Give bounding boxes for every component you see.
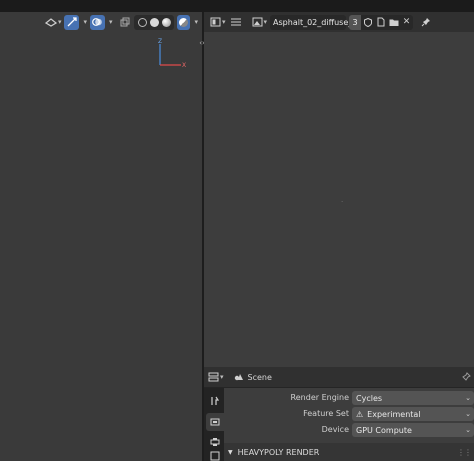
render-tab-icon[interactable] <box>206 413 224 431</box>
device-row: Device GPU Compute ⌄ <box>224 423 474 437</box>
render-engine-value: Cycles <box>356 393 383 403</box>
open-folder-icon[interactable] <box>387 14 401 30</box>
3d-viewport[interactable]: ▾ ▾ ▾ ▾ Z X <box>0 12 202 461</box>
image-editor-icon[interactable]: ▾ <box>210 15 226 30</box>
user-count[interactable]: 3 <box>349 14 362 30</box>
orientation-icon[interactable]: ▾ <box>44 15 62 30</box>
overlay-icon[interactable] <box>89 14 105 30</box>
gizmo-z-label: Z <box>158 38 162 45</box>
render-engine-dropdown[interactable]: Cycles ⌄ <box>352 391 474 405</box>
properties-editor-icon[interactable]: ▾ <box>208 370 224 385</box>
shading-group <box>134 14 175 30</box>
new-image-icon[interactable] <box>374 14 388 30</box>
device-value: GPU Compute <box>356 425 412 435</box>
axis-gizmo[interactable]: Z X <box>152 38 192 70</box>
device-label: Device <box>321 425 349 434</box>
menu-icon[interactable] <box>229 15 243 30</box>
gizmo-icon[interactable] <box>64 14 80 30</box>
context-label[interactable]: Scene <box>248 373 272 382</box>
properties-editor[interactable]: ▾ Scene Render Engine Cycles ⌄ Feature S… <box>204 367 474 461</box>
render-engine-label: Render Engine <box>290 393 349 402</box>
feature-set-row: Feature Set ⚠ Experimental ⌄ <box>224 407 474 421</box>
chevron-down-icon: ⌄ <box>465 426 471 434</box>
chevron-down-icon[interactable]: ▾ <box>109 18 113 26</box>
close-icon[interactable]: ✕ <box>400 14 414 30</box>
wireframe-icon[interactable] <box>137 17 147 27</box>
feature-set-dropdown[interactable]: ⚠ Experimental ⌄ <box>352 407 474 421</box>
heavypoly-render-panel-header[interactable]: ▼ HEAVYPOLY RENDER ⋮⋮ <box>224 443 474 461</box>
viewport-header: ▾ ▾ ▾ ▾ <box>0 12 202 32</box>
chevron-down-icon: ⌄ <box>465 394 471 402</box>
image-editor[interactable]: ▾ ▾ Asphalt_02_diffuse_... 3 ✕ · <box>204 12 474 367</box>
image-name: Asphalt_02_diffuse_... <box>273 17 360 27</box>
image-center-marker: · <box>341 198 344 206</box>
output-tab-icon[interactable] <box>206 433 224 451</box>
pin-icon[interactable] <box>419 15 432 30</box>
rendered-icon[interactable] <box>177 14 191 30</box>
pin-icon[interactable] <box>460 370 472 385</box>
material-icon[interactable] <box>161 17 171 27</box>
chevron-down-icon[interactable]: ▾ <box>83 18 87 26</box>
chevron-down-icon: ▾ <box>57 18 62 26</box>
chevron-down-icon: ⌄ <box>465 410 471 418</box>
top-strip <box>0 0 474 12</box>
gizmo-x-label: X <box>182 62 186 69</box>
chevron-down-icon[interactable]: ▾ <box>194 18 198 26</box>
fake-user-icon[interactable] <box>361 14 375 30</box>
feature-set-value: Experimental <box>367 409 421 419</box>
warning-icon: ⚠ <box>356 409 364 419</box>
properties-tabs <box>204 388 224 461</box>
image-editor-header: ▾ ▾ Asphalt_02_diffuse_... 3 ✕ <box>204 12 474 32</box>
scene-icon <box>234 370 244 385</box>
view-layer-tab-icon[interactable] <box>206 451 224 461</box>
feature-set-label: Feature Set <box>303 409 349 418</box>
xray-icon[interactable] <box>119 15 131 30</box>
tool-tab-icon[interactable] <box>206 392 224 410</box>
properties-header: ▾ Scene <box>204 367 474 388</box>
panel-title: HEAVYPOLY RENDER <box>237 447 320 457</box>
render-engine-row: Render Engine Cycles ⌄ <box>224 391 474 405</box>
disclosure-triangle-icon: ▼ <box>228 448 233 456</box>
image-icon[interactable]: ▾ <box>252 15 267 30</box>
device-dropdown[interactable]: GPU Compute ⌄ <box>352 423 474 437</box>
render-properties: Render Engine Cycles ⌄ Feature Set ⚠ Exp… <box>224 388 474 461</box>
drag-handle-icon[interactable]: ⋮⋮ <box>457 448 472 457</box>
image-name-field[interactable]: Asphalt_02_diffuse_... <box>270 14 360 30</box>
image-datablock-buttons: 3 ✕ <box>349 14 414 30</box>
solid-icon[interactable] <box>149 17 159 27</box>
